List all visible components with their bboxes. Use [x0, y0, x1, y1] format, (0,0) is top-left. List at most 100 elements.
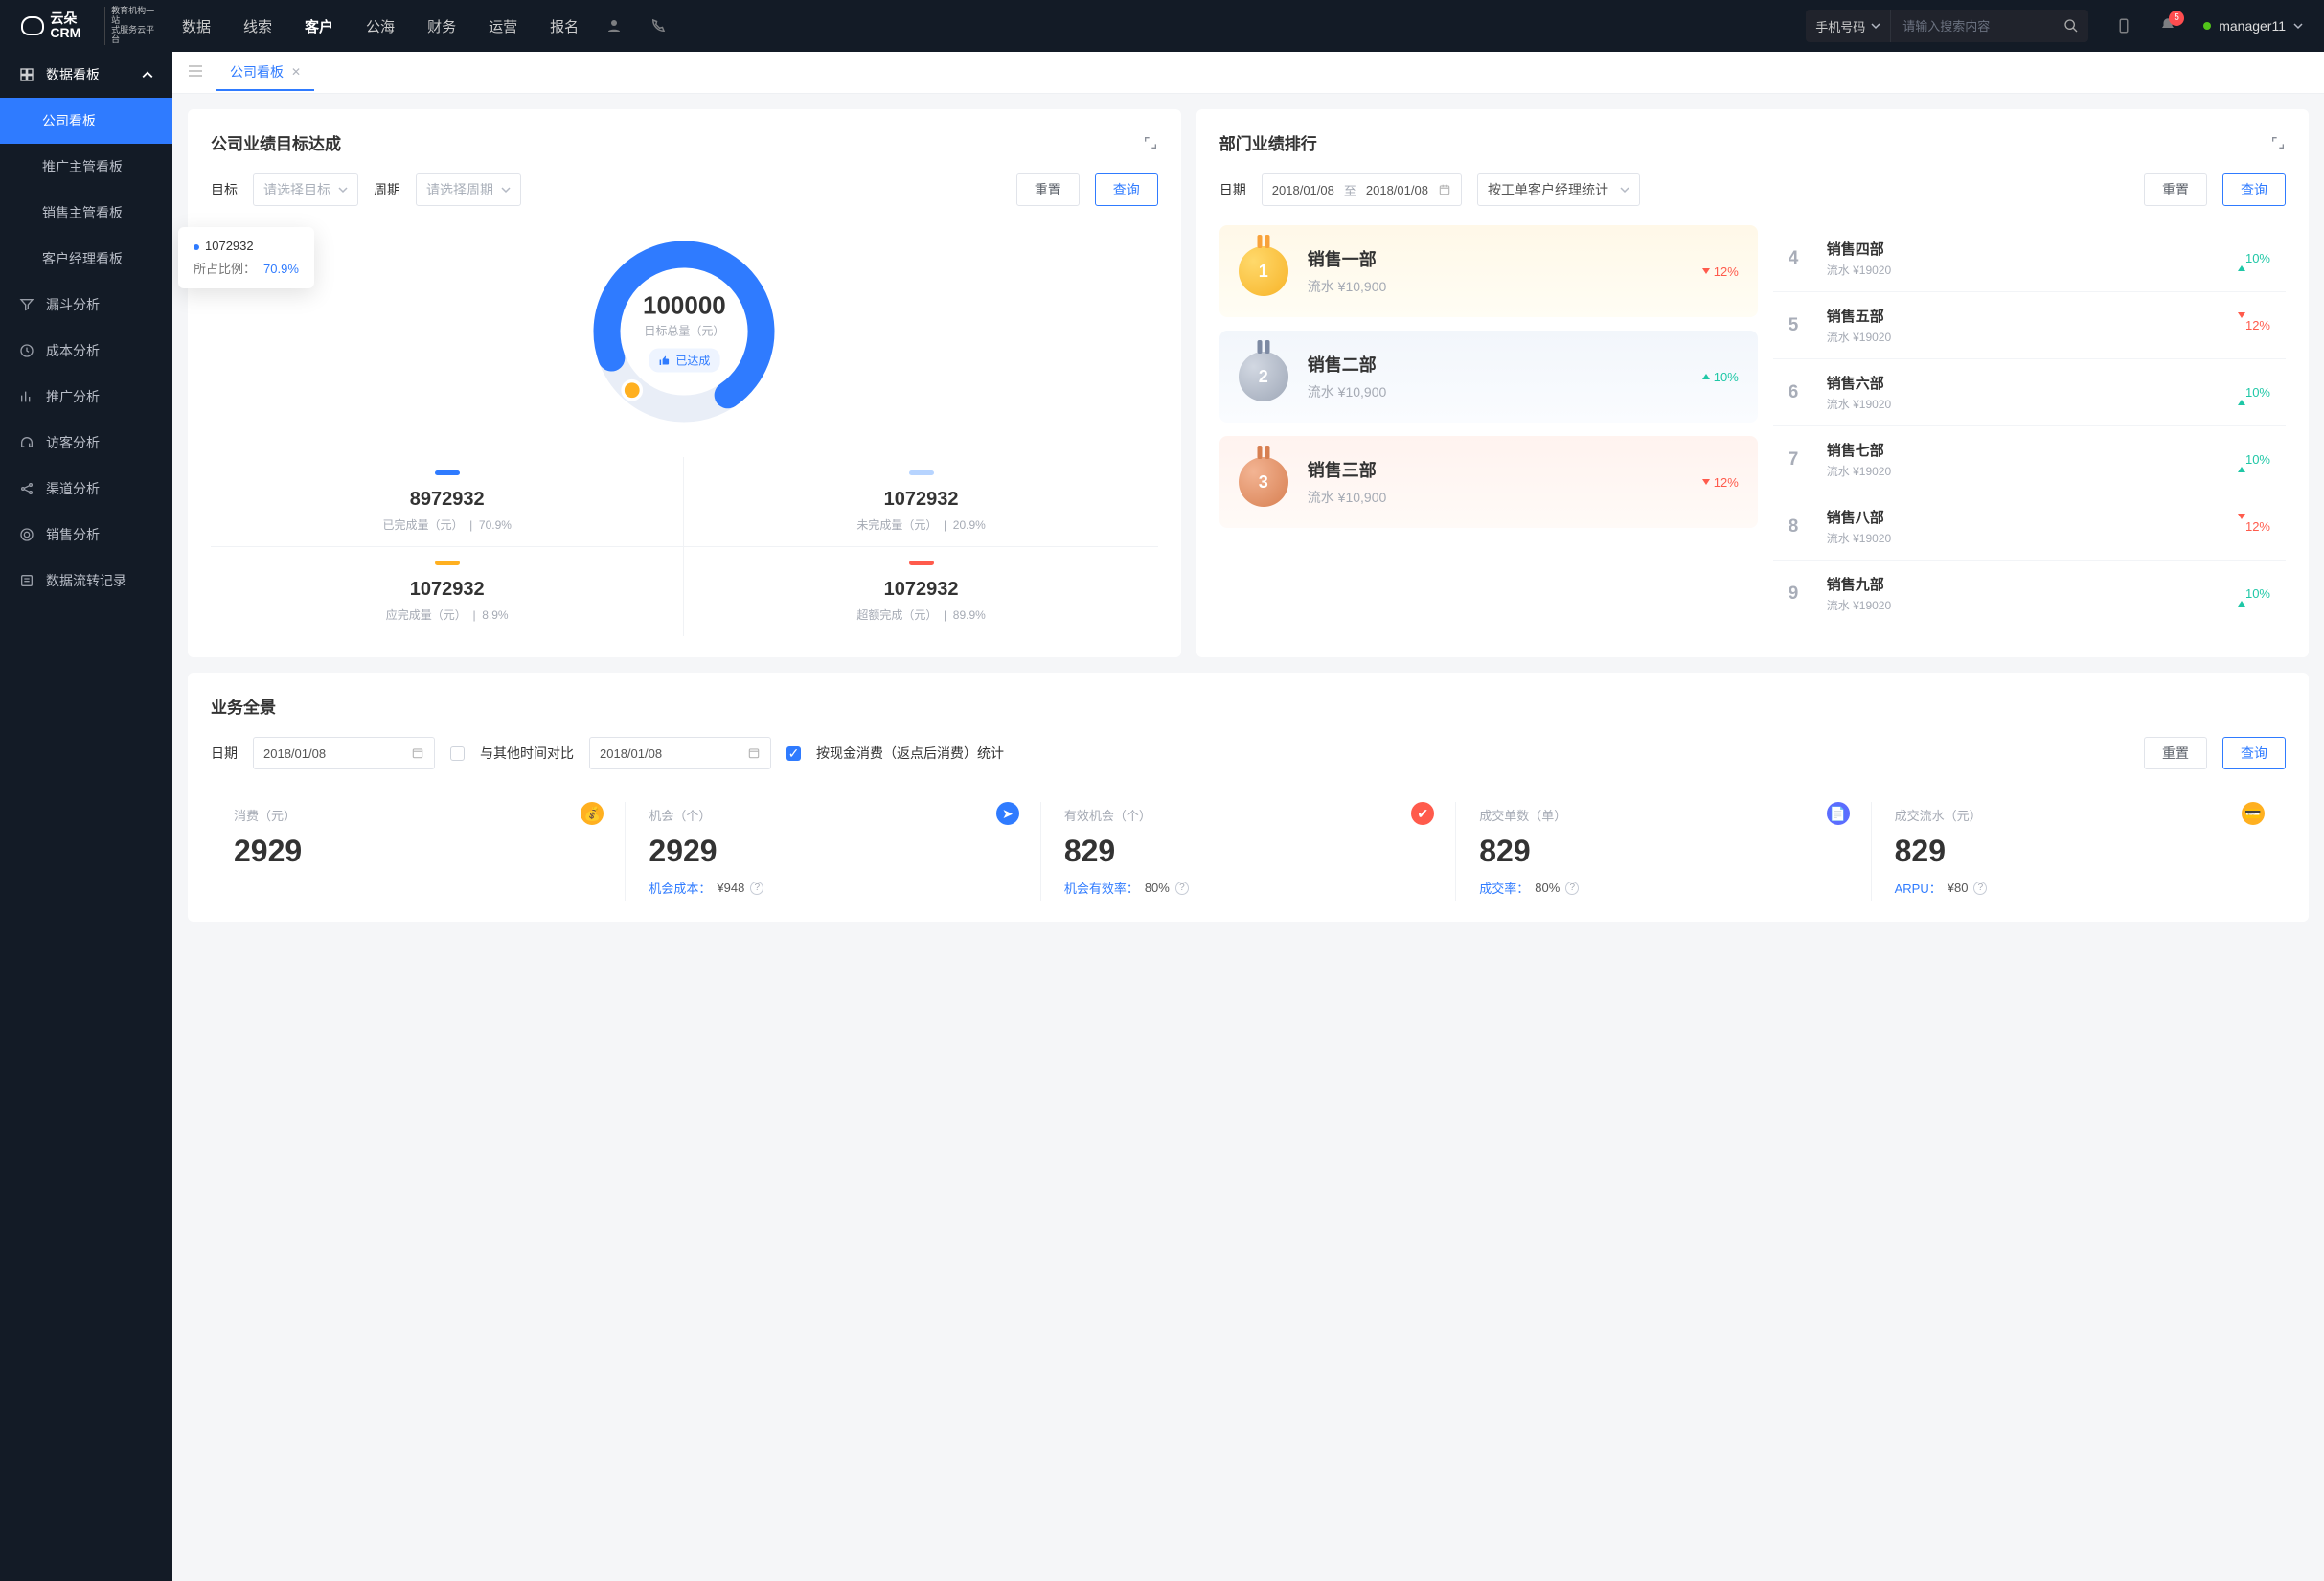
- sidebar-item[interactable]: 销售主管看板: [0, 190, 172, 236]
- bar-icon: [909, 561, 934, 565]
- rank-row: 5 销售五部流水 ¥19020 12%: [1773, 292, 2286, 359]
- search-icon: [2063, 18, 2079, 34]
- rank-flow: 流水 ¥19020: [1827, 463, 1891, 479]
- help-icon[interactable]: ?: [1973, 882, 1987, 895]
- date-label: 日期: [1219, 180, 1246, 199]
- nav-item[interactable]: 公海: [366, 12, 395, 40]
- panel-target: 公司业绩目标达成 目标 请选择目标 周期 请选择周期 重置 查询: [188, 109, 1181, 657]
- close-icon[interactable]: ✕: [291, 65, 301, 79]
- chevron-down-icon: [501, 185, 511, 195]
- rank-number: 4: [1789, 248, 1810, 269]
- date-range-picker[interactable]: 2018/01/08 至 2018/01/08: [1262, 173, 1462, 206]
- search-type-select[interactable]: 手机号码: [1806, 10, 1891, 42]
- user-icon[interactable]: [605, 17, 623, 34]
- sidebar-item[interactable]: 推广主管看板: [0, 144, 172, 190]
- rank-number: 9: [1789, 584, 1810, 605]
- device-icon[interactable]: [2115, 17, 2132, 34]
- brand-tag1: 教育机构一站: [111, 7, 155, 26]
- podium: 1 销售一部流水 ¥10,900 12% 2 销售二部流水 ¥10,900 10…: [1219, 225, 1758, 627]
- panel-title: 公司业绩目标达成: [211, 130, 341, 154]
- tab-label: 公司看板: [230, 62, 284, 81]
- expand-icon[interactable]: [2270, 135, 2286, 150]
- query-button[interactable]: 查询: [2222, 173, 2286, 206]
- share-icon: [19, 481, 34, 496]
- rank-name: 销售四部: [1827, 239, 1891, 259]
- sidebar-item-promo[interactable]: 推广分析: [0, 374, 172, 420]
- reset-button[interactable]: 重置: [1016, 173, 1080, 206]
- user-menu[interactable]: manager11: [2203, 18, 2303, 34]
- clock-icon: [19, 343, 34, 358]
- nav-item[interactable]: 运营: [489, 12, 517, 40]
- sidebar-item-channel[interactable]: 渠道分析: [0, 466, 172, 512]
- sidebar-item[interactable]: 客户经理看板: [0, 236, 172, 282]
- target-select[interactable]: 请选择目标: [253, 173, 358, 206]
- bar-icon: [435, 470, 460, 475]
- reset-button[interactable]: 重置: [2144, 173, 2207, 206]
- calendar-icon: [1438, 183, 1451, 196]
- help-icon[interactable]: ?: [1175, 882, 1189, 895]
- stats-grid: 8972932 已完成量（元） | 70.9% 1072932 未完成量（元） …: [211, 457, 1158, 636]
- period-select[interactable]: 请选择周期: [416, 173, 521, 206]
- sidebar-item-funnel[interactable]: 漏斗分析: [0, 282, 172, 328]
- kpi-sub: ARPU：¥80?: [1895, 879, 2263, 897]
- kpi-card: ✔ 有效机会（个） 829 机会有效率：80%?: [1041, 802, 1456, 901]
- sidebar-item-sales[interactable]: 销售分析: [0, 512, 172, 558]
- nav-item[interactable]: 数据: [182, 12, 211, 40]
- chevron-down-icon: [1620, 185, 1629, 195]
- trend: 12%: [1702, 264, 1739, 279]
- date-picker[interactable]: 2018/01/08: [253, 737, 435, 769]
- nav-item-active[interactable]: 客户: [305, 12, 333, 40]
- rank-card-1: 1 销售一部流水 ¥10,900 12%: [1219, 225, 1758, 317]
- trend: 10%: [2238, 385, 2270, 400]
- brand-name: 云朵CRM: [50, 11, 99, 41]
- sidebar-item-log[interactable]: 数据流转记录: [0, 558, 172, 604]
- arrow-down-icon: [2238, 312, 2245, 332]
- sidebar-item-company[interactable]: 公司看板: [0, 98, 172, 144]
- arrow-up-icon: [2238, 586, 2245, 607]
- query-button[interactable]: 查询: [2222, 737, 2286, 769]
- expand-icon[interactable]: [1143, 135, 1158, 150]
- arrow-up-icon: [2238, 385, 2245, 405]
- query-button[interactable]: 查询: [1095, 173, 1158, 206]
- sidebar-group-header[interactable]: 数据看板: [0, 52, 172, 98]
- panel-overview: 业务全景 日期 2018/01/08 与其他时间对比 2018/01/08: [188, 673, 2309, 922]
- arrow-down-icon: [2238, 514, 2245, 534]
- collapse-button[interactable]: [182, 58, 209, 86]
- kpi-icon: 💳: [2242, 802, 2265, 825]
- nav-item[interactable]: 线索: [243, 12, 272, 40]
- rank-row: 7 销售七部流水 ¥19020 10%: [1773, 426, 2286, 493]
- kpi-sub: 机会成本：¥948?: [649, 879, 1016, 897]
- tab-company-board[interactable]: 公司看板 ✕: [216, 55, 314, 91]
- cash-checkbox[interactable]: ✓: [786, 746, 801, 761]
- sidebar-item-cost[interactable]: 成本分析: [0, 328, 172, 374]
- kpi-row: 💰 消费（元） 2929 ➤ 机会（个） 2929 机会成本：¥948? ✔ 有…: [211, 802, 2286, 901]
- phone-icon[interactable]: [649, 17, 667, 34]
- grouping-select[interactable]: 按工单客户经理统计: [1477, 173, 1640, 206]
- help-icon[interactable]: ?: [1565, 882, 1579, 895]
- ring-total: 100000: [643, 291, 726, 321]
- rank-number: 6: [1789, 382, 1810, 403]
- search-button[interactable]: [2054, 10, 2088, 42]
- kpi-sub: 机会有效率：80%?: [1064, 879, 1432, 897]
- date-label: 日期: [211, 744, 238, 763]
- nav-item[interactable]: 财务: [427, 12, 456, 40]
- compare-date-picker[interactable]: 2018/01/08: [589, 737, 771, 769]
- help-icon[interactable]: ?: [750, 882, 763, 895]
- kpi-card: 💰 消费（元） 2929: [211, 802, 626, 901]
- sidebar-item-visitor[interactable]: 访客分析: [0, 420, 172, 466]
- status-dot-icon: [2203, 22, 2211, 30]
- nav-item[interactable]: 报名: [550, 12, 579, 40]
- chart-icon: [19, 389, 34, 404]
- sidebar: 数据看板 公司看板 推广主管看板 销售主管看板 客户经理看板 漏斗分析 成本分析…: [0, 52, 172, 1581]
- rank-row: 4 销售四部流水 ¥19020 10%: [1773, 225, 2286, 292]
- target-label: 目标: [211, 180, 238, 199]
- kpi-card: ➤ 机会（个） 2929 机会成本：¥948?: [626, 802, 1040, 901]
- rank-flow: 流水 ¥19020: [1827, 329, 1891, 345]
- compare-checkbox[interactable]: [450, 746, 465, 761]
- kpi-title: 机会（个）: [649, 806, 1016, 824]
- reset-button[interactable]: 重置: [2144, 737, 2207, 769]
- search-input[interactable]: [1891, 10, 2054, 42]
- kpi-value: 829: [1479, 834, 1847, 869]
- notifications[interactable]: 5: [2159, 16, 2176, 36]
- brand-tag2: 式服务云平台: [111, 26, 155, 45]
